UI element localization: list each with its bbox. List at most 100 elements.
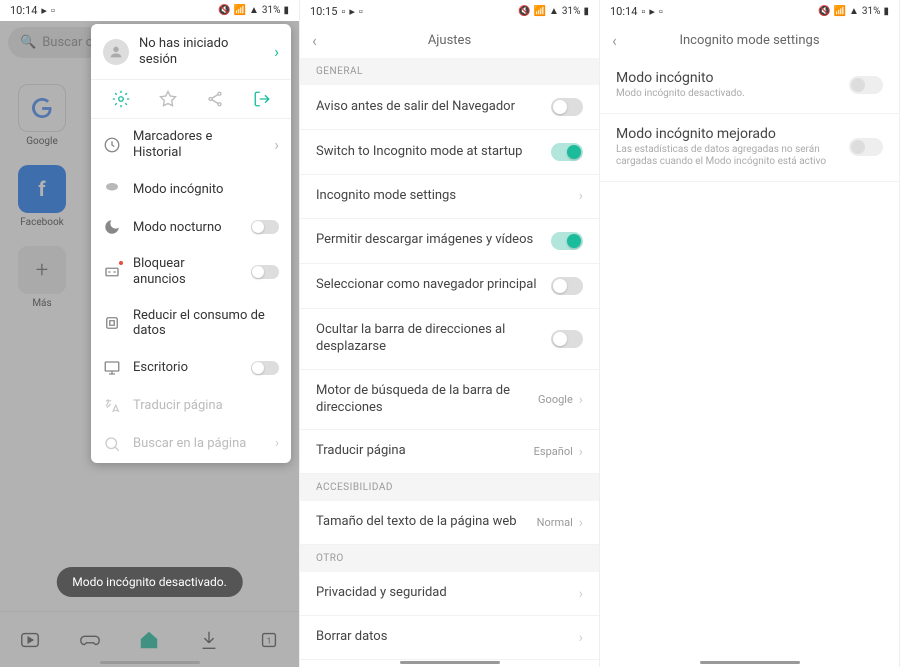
setting-label: Tamaño del texto de la página web (316, 514, 537, 531)
row-incognito-mode[interactable]: Modo incógnito Modo incógnito desactivad… (600, 58, 899, 114)
menu-bookmarks[interactable]: Marcadores e Historial › (91, 119, 291, 170)
section-accessibility: Accesibilidad (300, 474, 599, 501)
cast-icon: ▫ (51, 4, 55, 17)
setting-label: Incognito mode settings (316, 188, 579, 205)
setting-desc: Modo incógnito desactivado. (616, 88, 839, 101)
home-indicator[interactable] (700, 661, 800, 664)
toggle-desktop[interactable] (251, 361, 279, 375)
translate-icon (103, 397, 121, 415)
row-exit-warning[interactable]: Aviso antes de salir del Navegador (300, 85, 599, 130)
menu-label: Reducir el consumo de datos (133, 308, 279, 339)
menu-label: Modo incógnito (133, 182, 279, 198)
toggle-incognito-enhanced[interactable] (849, 138, 883, 156)
tab-exit-icon[interactable] (253, 90, 271, 108)
back-button[interactable]: ‹ (312, 31, 332, 50)
back-button[interactable]: ‹ (612, 31, 632, 50)
row-translate[interactable]: Traducir página Español › (300, 430, 599, 474)
row-default-browser[interactable]: Seleccionar como navegador principal (300, 264, 599, 309)
setting-label: Ocultar la barra de direcciones al despl… (316, 322, 551, 356)
settings-header: ‹ Ajustes (300, 22, 599, 58)
toggle-incognito-startup[interactable] (551, 143, 583, 161)
setting-label: Motor de búsqueda de la barra de direcci… (316, 383, 538, 417)
youtube-icon: ▸ (649, 5, 655, 18)
setting-title: Modo incógnito (616, 70, 839, 86)
battery-icon: ▮ (283, 5, 289, 16)
battery-text: 31% (862, 6, 881, 17)
mute-icon: 🔇 (818, 6, 830, 17)
menu-adblock[interactable]: Bloquear anuncios (91, 246, 291, 297)
phone-3-incognito-settings: 10:14 ▫ ▸ ▫ 🔇 📶 ▲ 31% ▮ ‹ Incognito mode… (600, 0, 900, 667)
main-menu: No has iniciado sesión › Marcadores e Hi… (91, 24, 291, 463)
chevron-right-icon: › (579, 515, 583, 531)
row-incognito-enhanced[interactable]: Modo incógnito mejorado Las estadísticas… (600, 114, 899, 182)
battery-icon: ▮ (583, 6, 589, 17)
setting-desc: Las estadísticas de datos agregadas no s… (616, 144, 839, 169)
battery-text: 31% (562, 6, 581, 17)
row-privacy[interactable]: Privacidad y seguridad › (300, 572, 599, 616)
signal-icon: ▲ (249, 5, 259, 16)
screenshot-icon: ▫ (641, 5, 645, 18)
cast-icon: ▫ (359, 5, 363, 18)
menu-translate[interactable]: Traducir página (91, 387, 291, 425)
status-bar: 10:14 ▫ ▸ ▫ 🔇 📶 ▲ 31% ▮ (600, 0, 899, 22)
toggle-adblock[interactable] (251, 265, 279, 279)
row-incognito-startup[interactable]: Switch to Incognito mode at startup (300, 130, 599, 175)
screenshot-icon: ▫ (341, 5, 345, 18)
menu-night-mode[interactable]: Modo nocturno (91, 208, 291, 246)
menu-label: Escritorio (133, 360, 239, 376)
wifi-icon: 📶 (534, 6, 546, 17)
menu-datasaver[interactable]: Reducir el consumo de datos (91, 298, 291, 349)
setting-title: Modo incógnito mejorado (616, 126, 839, 142)
chevron-right-icon: › (579, 444, 583, 460)
row-textsize[interactable]: Tamaño del texto de la página web Normal… (300, 501, 599, 545)
menu-label: Marcadores e Historial (133, 129, 262, 160)
toast: Modo incógnito desactivado. (56, 567, 243, 597)
desktop-icon (103, 359, 121, 377)
settings-list[interactable]: General Aviso antes de salir del Navegad… (300, 58, 599, 667)
battery-icon: ▮ (883, 6, 889, 17)
toggle-night[interactable] (251, 220, 279, 234)
toggle-hide-addressbar[interactable] (551, 330, 583, 348)
toggle-allow-download[interactable] (551, 232, 583, 250)
settings-list[interactable]: Modo incógnito Modo incógnito desactivad… (600, 58, 899, 667)
menu-label: Buscar en la página (133, 436, 263, 452)
chevron-right-icon: › (275, 436, 279, 451)
home-indicator[interactable] (400, 661, 500, 664)
row-hide-addressbar[interactable]: Ocultar la barra de direcciones al despl… (300, 309, 599, 370)
menu-account-row[interactable]: No has iniciado sesión › (91, 24, 291, 80)
status-time: 10:14 (610, 5, 637, 18)
menu-label: Traducir página (133, 398, 279, 414)
battery-text: 31% (262, 5, 281, 16)
setting-value: Español (534, 445, 573, 458)
tab-share-icon[interactable] (206, 90, 224, 108)
adblock-icon (103, 263, 121, 281)
status-bar: 10:14 ▸ ▫ 🔇 📶 ▲ 31% ▮ (0, 0, 299, 21)
setting-label: Permitir descargar imágenes y vídeos (316, 232, 551, 249)
row-allow-download[interactable]: Permitir descargar imágenes y vídeos (300, 219, 599, 264)
row-clear-data[interactable]: Borrar datos › (300, 616, 599, 660)
tab-settings-icon[interactable] (112, 90, 130, 108)
mask-icon (103, 180, 121, 198)
toggle-default-browser[interactable] (551, 277, 583, 295)
page-title: Ajustes (332, 33, 567, 48)
row-incognito-settings[interactable]: Incognito mode settings › (300, 175, 599, 219)
menu-find-in-page[interactable]: Buscar en la página › (91, 425, 291, 463)
setting-label: Borrar datos (316, 629, 579, 646)
menu-incognito[interactable]: Modo incógnito (91, 170, 291, 208)
avatar-icon (103, 39, 129, 65)
home-indicator[interactable] (100, 661, 200, 664)
setting-label: Privacidad y seguridad (316, 585, 579, 602)
settings-header: ‹ Incognito mode settings (600, 22, 899, 58)
datasaver-icon (103, 314, 121, 332)
menu-desktop[interactable]: Escritorio (91, 349, 291, 387)
toggle-incognito[interactable] (849, 76, 883, 94)
row-search-engine[interactable]: Motor de búsqueda de la barra de direcci… (300, 370, 599, 431)
wifi-icon: 📶 (834, 6, 846, 17)
toggle-exit-warning[interactable] (551, 98, 583, 116)
chevron-right-icon: › (579, 188, 583, 204)
tab-favorites-icon[interactable] (159, 90, 177, 108)
account-status: No has iniciado sesión (139, 36, 264, 67)
section-other: Otro (300, 545, 599, 572)
setting-label: Seleccionar como navegador principal (316, 277, 551, 294)
section-general: General (300, 58, 599, 85)
